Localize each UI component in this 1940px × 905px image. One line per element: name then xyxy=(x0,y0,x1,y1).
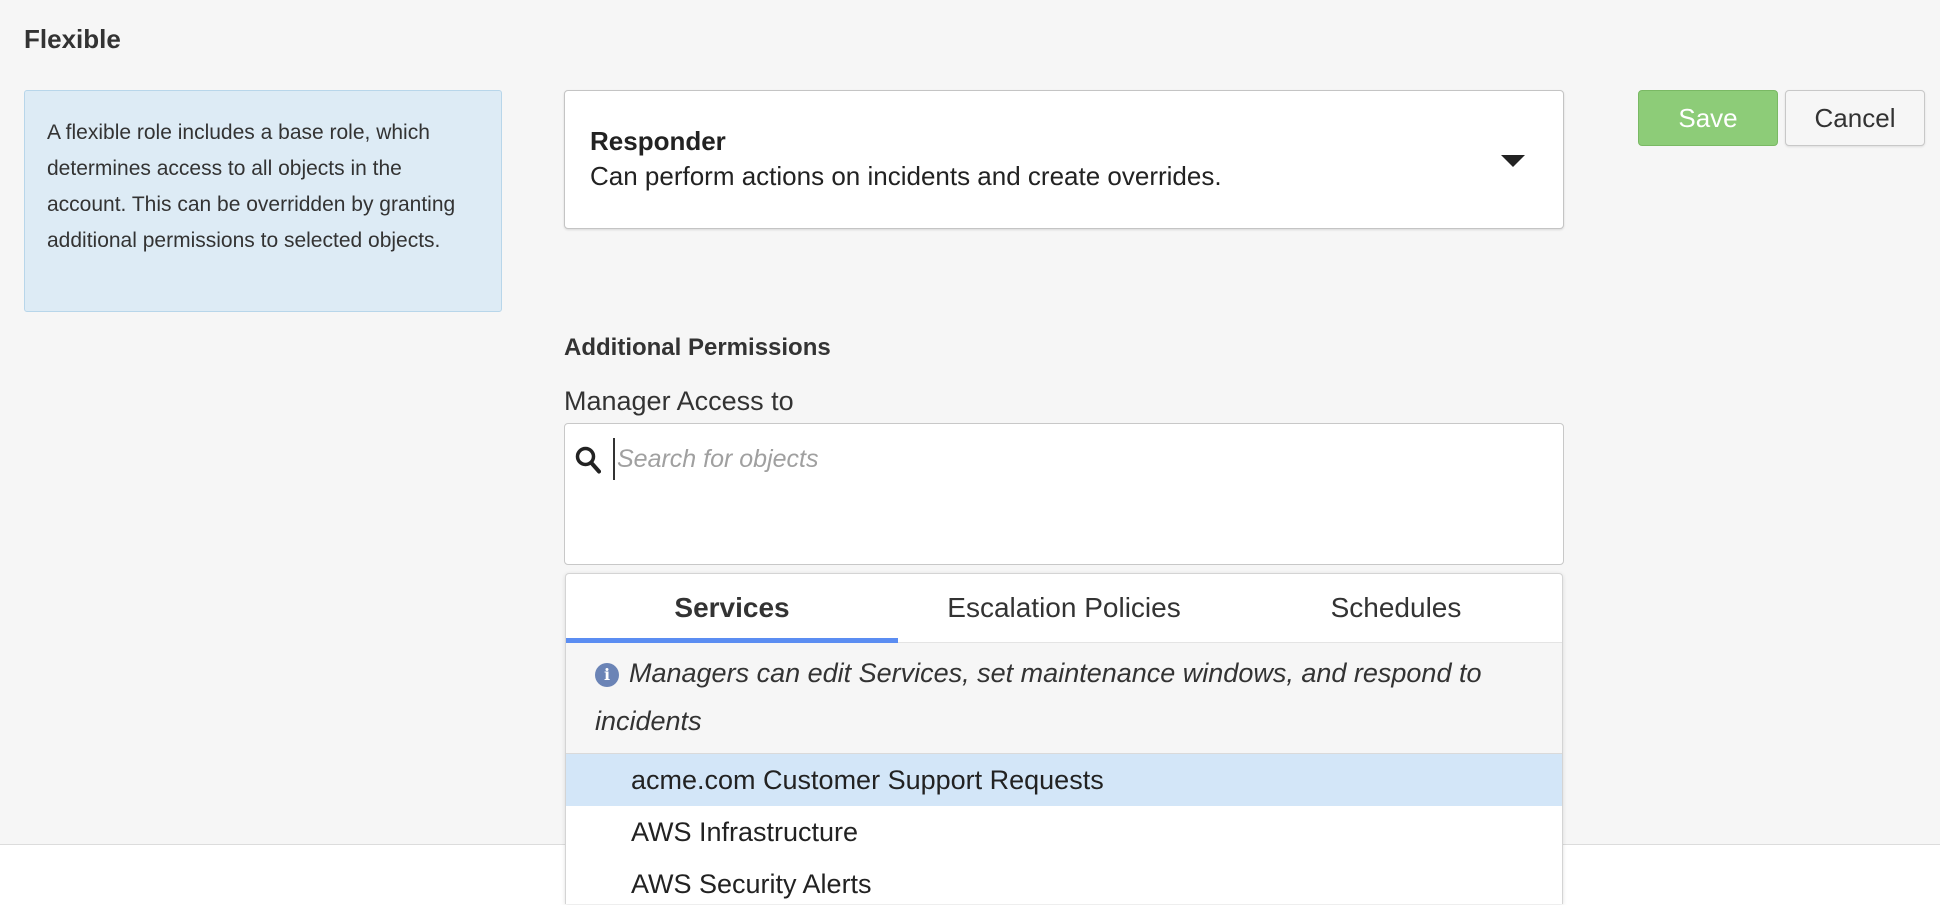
object-dropdown: Services Escalation Policies Schedules i… xyxy=(565,573,1563,904)
tab-escalation-policies[interactable]: Escalation Policies xyxy=(898,574,1230,642)
list-item[interactable]: acme.com Customer Support Requests xyxy=(566,754,1562,806)
info-icon: i xyxy=(595,663,619,687)
search-icon xyxy=(575,446,601,474)
role-name: Responder xyxy=(590,126,726,156)
tab-services[interactable]: Services xyxy=(566,574,898,643)
caret-down-icon[interactable] xyxy=(1501,155,1525,167)
list-item[interactable]: AWS Security Alerts xyxy=(566,858,1562,904)
manager-access-label: Manager Access to xyxy=(564,386,794,416)
base-role-select[interactable]: Responder Can perform actions on inciden… xyxy=(564,90,1564,229)
role-description: Can perform actions on incidents and cre… xyxy=(590,161,1222,191)
role-info-box: A flexible role includes a base role, wh… xyxy=(24,90,502,312)
search-input[interactable] xyxy=(613,438,1519,480)
hint-text: Managers can edit Services, set maintena… xyxy=(595,658,1482,736)
tab-schedules[interactable]: Schedules xyxy=(1230,574,1562,642)
cancel-button[interactable]: Cancel xyxy=(1785,90,1925,146)
additional-permissions-heading: Additional Permissions xyxy=(564,334,831,361)
managers-hint: i Managers can edit Services, set mainten… xyxy=(566,643,1562,754)
list-item[interactable]: AWS Infrastructure xyxy=(566,806,1562,858)
section-title: Flexible xyxy=(24,24,121,54)
object-search-box[interactable] xyxy=(564,423,1564,565)
save-button[interactable]: Save xyxy=(1638,90,1778,146)
object-type-tabs: Services Escalation Policies Schedules xyxy=(566,574,1562,643)
